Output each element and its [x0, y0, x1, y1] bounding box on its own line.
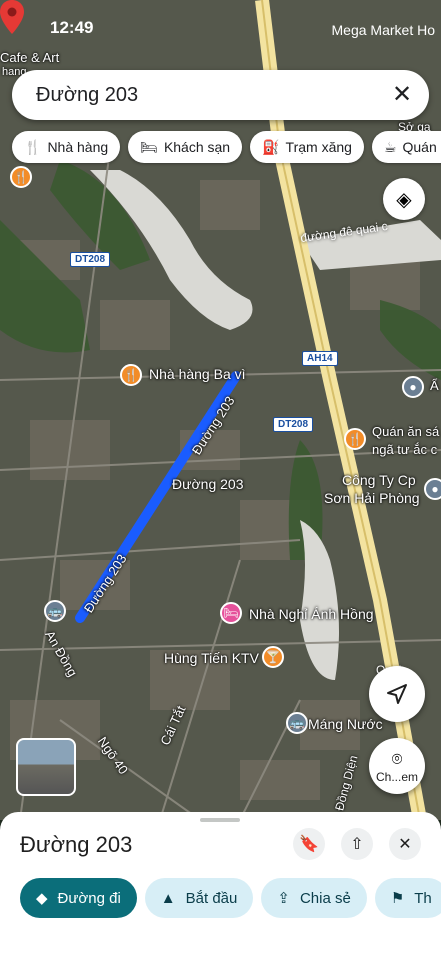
action-buttons: ◆ Đường đi ▲ Bắt đầu ⇪ Chia sẻ ⚑ Th — [20, 878, 441, 918]
map-label-nha-hang-ba-vi[interactable]: Nhà hàng Ba vì — [149, 366, 246, 382]
street-view-thumbnail[interactable] — [16, 738, 76, 796]
flag-label: Th — [414, 889, 432, 907]
map-label-cong-ty-1[interactable]: Công Ty Cp — [342, 472, 416, 488]
restaurant-poi-icon-2[interactable]: 🍴 — [10, 166, 32, 188]
karaoke-poi-icon[interactable]: 🍸 — [262, 646, 284, 668]
start-label: Bắt đầu — [185, 889, 238, 907]
directions-icon: ◆ — [36, 890, 48, 907]
location-pin-icon[interactable] — [0, 0, 24, 34]
map-label-a-top: Ẩ — [430, 378, 439, 393]
bus-stop-icon-2[interactable]: 🚌 — [44, 600, 66, 622]
flag-icon: ⚑ — [390, 890, 405, 907]
bottom-sheet[interactable]: Đường 203 🔖 ⇧ ✕ ◆ Đường đi ▲ Bắt đầu ⇪ C… — [0, 812, 441, 960]
hotel-icon: 🛏 — [140, 138, 158, 155]
map-label-quan-an-1[interactable]: Quán ăn sá — [372, 424, 439, 439]
road-shield-dt208-b: DT208 — [273, 417, 314, 432]
hotel-poi-icon[interactable]: 🛏 — [220, 602, 242, 624]
directions-label: Đường đi — [57, 889, 121, 907]
map-label-cafe[interactable]: Cafe & Art — [0, 50, 59, 65]
place-poi-icon[interactable]: ● — [402, 376, 424, 398]
chip-hotel[interactable]: 🛏 Khách sạn — [128, 131, 243, 163]
my-location-button[interactable] — [369, 666, 425, 722]
chip-coffee[interactable]: ☕ Quán c — [371, 131, 441, 163]
restaurant-poi-icon[interactable]: 🍴 — [120, 364, 142, 386]
map-label-hung-tien[interactable]: Hùng Tiến KTV — [164, 650, 259, 666]
map-label-quan-an-2: ngã tư ắc c — [372, 442, 438, 457]
chip-restaurant[interactable]: 🍴 Nhà hàng — [12, 131, 121, 163]
share-icon: ⇪ — [277, 890, 290, 907]
share-button[interactable]: ⇪ Chia sẻ — [261, 878, 367, 918]
save-button[interactable]: 🔖 — [293, 828, 325, 860]
place-poi-icon-2[interactable]: ● — [424, 478, 441, 500]
map-label-nha-nghi[interactable]: Nhà Nghỉ Ánh Hồng — [249, 606, 374, 622]
search-bar[interactable]: Đường 203 ✕ — [12, 70, 429, 120]
share-icon: ⇧ — [350, 836, 364, 853]
chip-label: Quán c — [402, 139, 441, 155]
bookmark-icon: 🔖 — [299, 836, 319, 853]
camera-lens-icon: ⌾ — [391, 748, 403, 769]
chip-label: Trạm xăng — [285, 139, 352, 155]
share-label: Chia sẻ — [299, 889, 351, 907]
close-icon: ✕ — [398, 836, 412, 853]
bus-stop-icon[interactable]: 🚌 — [286, 712, 308, 734]
directions-button[interactable]: ◆ Đường đi — [20, 878, 137, 918]
layers-button[interactable]: ◈ — [383, 178, 425, 220]
road-shield-ah14: AH14 — [302, 351, 338, 366]
category-chips: 🍴 Nhà hàng 🛏 Khách sạn ⛽ Trạm xăng ☕ Quá… — [12, 131, 441, 163]
navigation-arrow-icon: ▲ — [160, 889, 176, 907]
share-top-button[interactable]: ⇧ — [341, 828, 373, 860]
drag-handle[interactable] — [200, 818, 240, 822]
close-icon[interactable]: ✕ — [389, 82, 415, 108]
layers-icon: ◈ — [396, 188, 412, 211]
flag-button[interactable]: ⚑ Th — [374, 878, 441, 918]
lens-label: Ch...em — [375, 769, 418, 784]
map-label-cong-ty-2: Sơn Hải Phòng — [324, 490, 420, 506]
route-label-2: Đường 203 — [172, 476, 244, 492]
start-button[interactable]: ▲ Bắt đầu — [144, 878, 254, 918]
chip-label: Nhà hàng — [47, 139, 109, 155]
lens-button[interactable]: ⌾ Ch...em — [369, 738, 425, 794]
road-shield-dt208-a: DT208 — [70, 252, 111, 267]
gas-station-icon: ⛽ — [262, 138, 280, 155]
place-title: Đường 203 — [20, 832, 133, 857]
map-label-mang-nuoc[interactable]: Máng Nước — [308, 716, 383, 732]
status-time: 12:49 — [50, 18, 94, 37]
coffee-icon: ☕ — [383, 138, 397, 155]
restaurant-poi-icon-3[interactable]: 🍴 — [344, 428, 366, 450]
chip-gas-station[interactable]: ⛽ Trạm xăng — [250, 131, 364, 163]
close-sheet-button[interactable]: ✕ — [389, 828, 421, 860]
restaurant-icon: 🍴 — [24, 138, 42, 155]
navigation-arrow-icon — [387, 684, 407, 704]
status-right-text: Mega Market Ho — [331, 22, 435, 38]
chip-label: Khách sạn — [163, 139, 231, 155]
search-query[interactable]: Đường 203 — [36, 84, 138, 107]
